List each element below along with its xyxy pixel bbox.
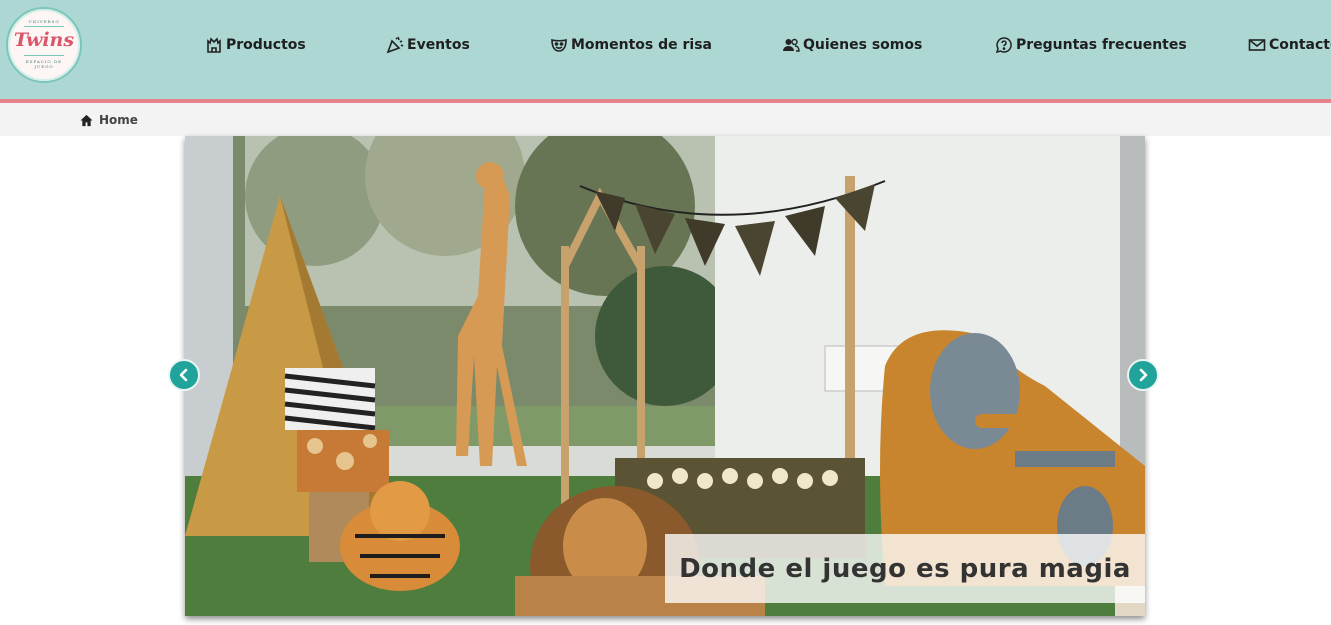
carousel-next-button[interactable] <box>1127 359 1159 391</box>
carousel-caption: Donde el juego es pura magia <box>665 534 1145 603</box>
nav-label: Eventos <box>407 37 470 53</box>
breadcrumb: Home <box>0 103 1331 136</box>
users-icon <box>783 38 800 52</box>
nav-item-eventos[interactable]: Eventos <box>386 35 470 55</box>
nav-label: Quienes somos <box>803 37 923 53</box>
envelope-icon <box>1248 39 1266 51</box>
castle-icon <box>207 37 221 53</box>
carousel-prev-button[interactable] <box>168 359 200 391</box>
logo-brand: Twins <box>13 29 75 51</box>
nav-label: Preguntas frecuentes <box>1016 37 1187 53</box>
nav-item-contacto[interactable]: Contacto <box>1248 35 1331 55</box>
logo-bottom-text: ESPACIO DE JUEGO <box>25 59 63 69</box>
party-popper-icon <box>386 36 404 54</box>
breadcrumb-home-label: Home <box>99 113 138 127</box>
logo-rule <box>24 55 64 56</box>
nav-label: Productos <box>226 37 306 53</box>
hero-carousel: Donde el juego es pura magia <box>185 136 1145 616</box>
chevron-left-icon <box>179 368 188 382</box>
nav-item-productos[interactable]: Productos <box>205 35 306 55</box>
nav-item-preguntas-frecuentes[interactable]: Preguntas frecuentes <box>995 35 1187 55</box>
breadcrumb-home[interactable]: Home <box>80 113 138 127</box>
mask-icon <box>551 38 567 52</box>
logo-rule <box>24 26 64 27</box>
logo[interactable]: UNIVERSO Twins ESPACIO DE JUEGO <box>6 7 82 83</box>
logo-top-text: UNIVERSO <box>28 19 60 24</box>
nav-item-quienes-somos[interactable]: Quienes somos <box>782 35 922 55</box>
nav-label: Contacto <box>1269 37 1331 53</box>
chevron-right-icon <box>1139 368 1148 382</box>
home-icon <box>80 114 93 126</box>
question-bubble-icon <box>995 37 1012 54</box>
nav-item-momentos-de-risa[interactable]: Momentos de risa <box>550 35 712 55</box>
nav-label: Momentos de risa <box>571 37 712 53</box>
site-header: UNIVERSO Twins ESPACIO DE JUEGO Productos… <box>0 0 1331 103</box>
